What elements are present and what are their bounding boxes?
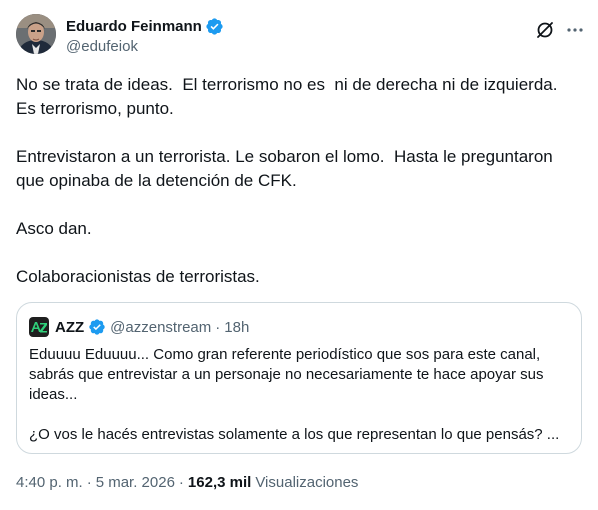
quoted-tweet-text: Eduuuu Eduuuu... Como gran referente per…	[29, 345, 569, 445]
quoted-handle[interactable]: @azzenstream	[110, 319, 211, 336]
quoted-timestamp[interactable]: 18h	[224, 319, 249, 336]
tweet-card: Eduardo Feinmann @edufeiok No se trata d…	[0, 0, 598, 510]
tweet-paragraph: No se trata de ideas. El terrorismo no e…	[16, 75, 563, 118]
verified-badge-icon[interactable]	[205, 17, 224, 36]
author-display-name[interactable]: Eduardo Feinmann	[66, 18, 202, 35]
separator-dot: ·	[178, 473, 184, 491]
tweet-paragraph: Entrevistaron a un terrorista. Le sobaro…	[16, 147, 558, 190]
quoted-author-avatar[interactable]	[29, 317, 49, 337]
tweet-meta: 4:40 p. m. · 5 mar. 2026 · 162,3 mil Vis…	[16, 472, 358, 492]
tweet-text: No se trata de ideas. El terrorismo no e…	[16, 73, 582, 289]
separator-dot: ·	[86, 473, 92, 491]
azz-logo-icon	[31, 322, 47, 333]
more-options-icon[interactable]	[565, 20, 585, 40]
quoted-tweet-header: AZZ @azzenstream · 18h	[29, 316, 249, 338]
author-handle[interactable]: @edufeiok	[66, 38, 138, 55]
tweet-paragraph: Asco dan.	[16, 219, 92, 238]
avatar-photo	[16, 14, 56, 54]
quoted-tweet[interactable]: AZZ @azzenstream · 18h Eduuuu Eduuuu... …	[16, 302, 582, 454]
grok-icon[interactable]	[535, 20, 555, 40]
quoted-paragraph: ¿O vos le hacés entrevistas solamente a …	[29, 426, 560, 443]
author-name-row: Eduardo Feinmann	[66, 16, 224, 36]
post-time[interactable]: 4:40 p. m.	[16, 474, 83, 491]
quoted-display-name[interactable]: AZZ	[55, 319, 84, 336]
author-avatar[interactable]	[16, 14, 56, 54]
views-count: 162,3 mil	[187, 473, 252, 491]
post-date[interactable]: 5 mar. 2026	[96, 474, 175, 491]
tweet-paragraph: Colaboracionistas de terroristas.	[16, 267, 260, 286]
quoted-paragraph: Eduuuu Eduuuu... Como gran referente per…	[29, 346, 544, 403]
views-label: Visualizaciones	[255, 473, 359, 491]
verified-badge-icon	[88, 318, 106, 336]
separator-dot: ·	[215, 318, 221, 336]
